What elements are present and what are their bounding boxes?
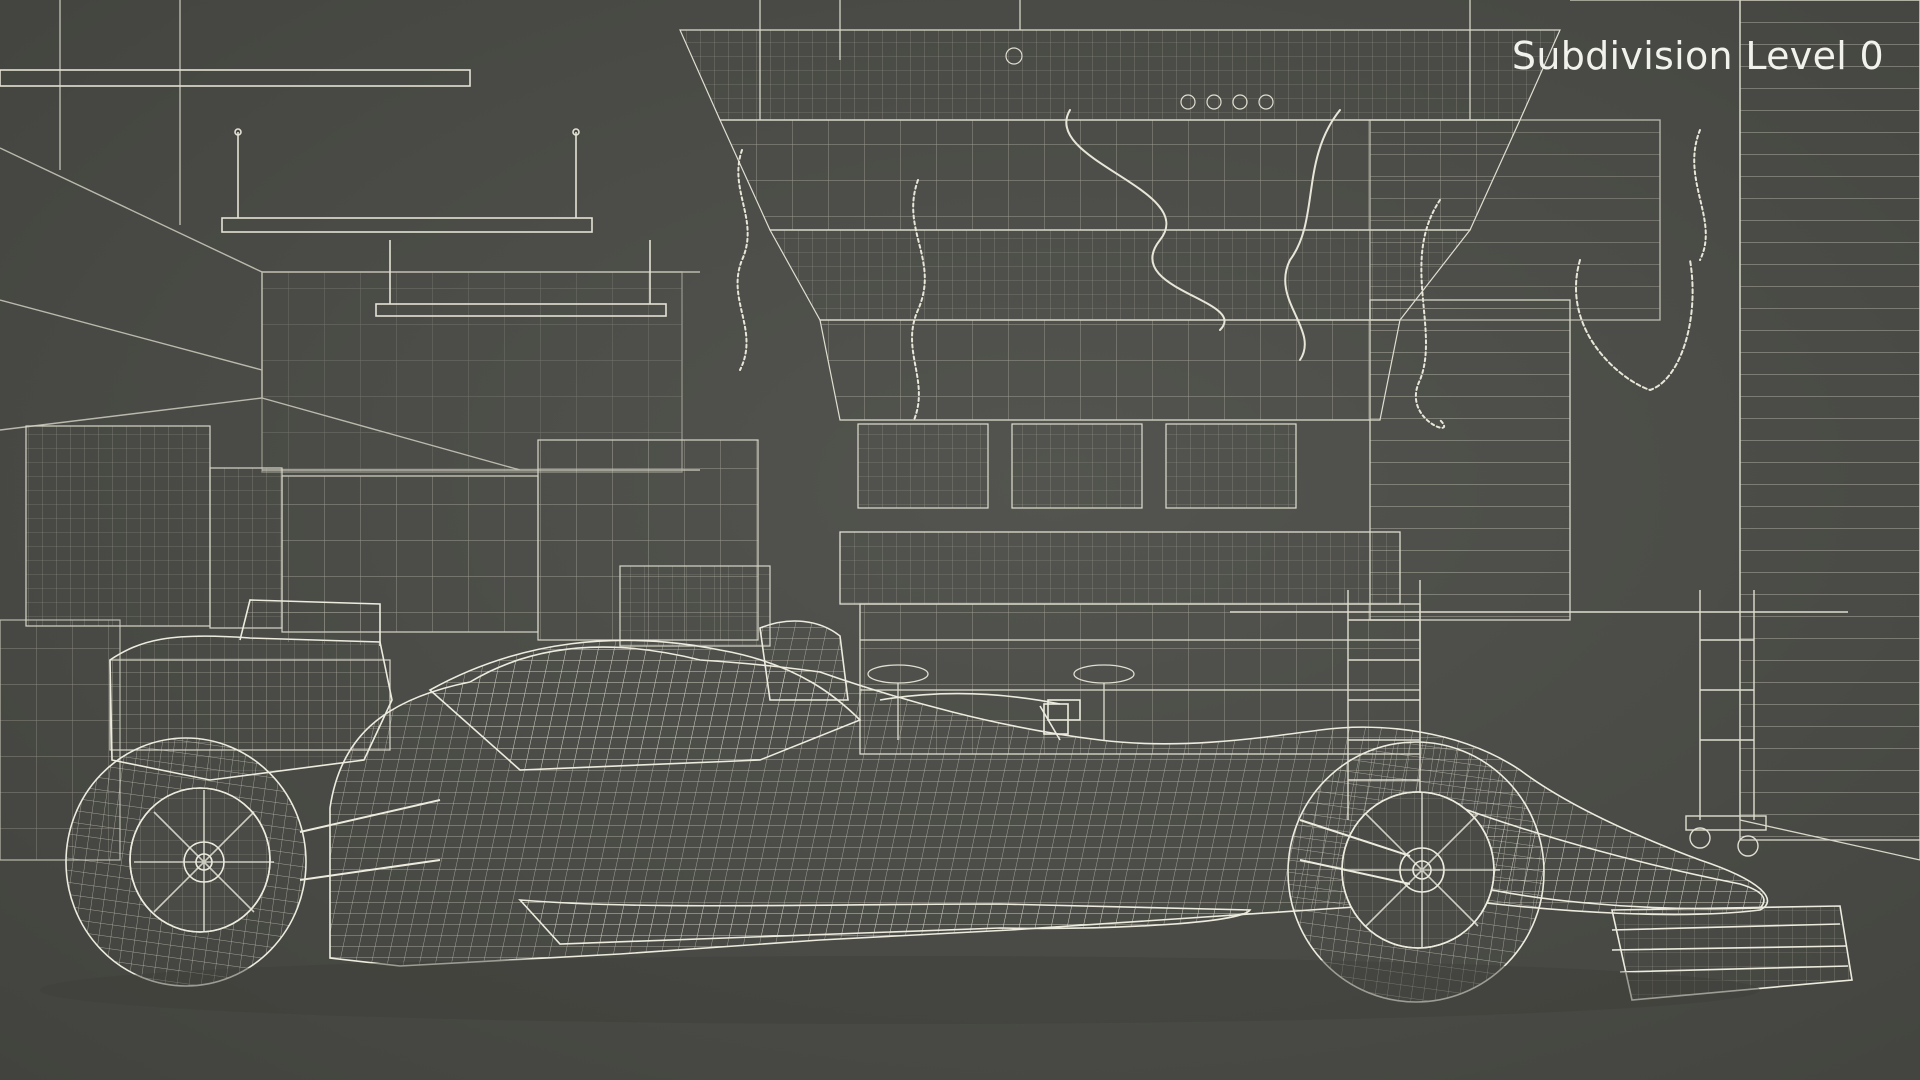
rear-wheel bbox=[65, 737, 307, 987]
garage-walls bbox=[0, 0, 700, 473]
subdivision-level-label: Subdivision Level 0 bbox=[1511, 34, 1884, 78]
render-viewport[interactable]: Subdivision Level 0 bbox=[0, 0, 1920, 1080]
wireframe-scene bbox=[0, 0, 1920, 1024]
floor-shadow bbox=[40, 956, 1760, 1024]
right-wall bbox=[1369, 0, 1920, 861]
